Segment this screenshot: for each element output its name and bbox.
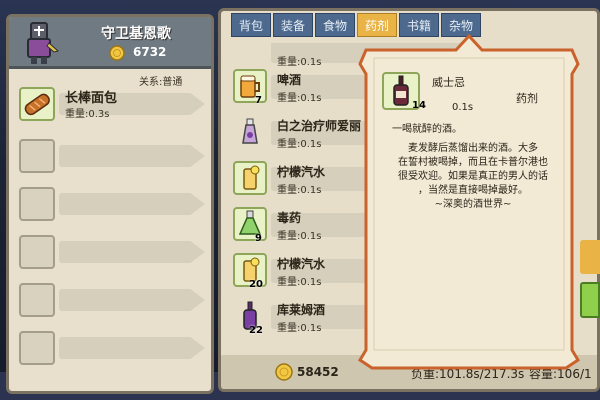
tab-backpack[interactable]: 背包 (231, 13, 271, 37)
item-tooltip: 14 威士忌 药剂 0.1s 一喝就醉的酒。 麦发酵后蒸馏出来的酒。大多 在誓村… (356, 30, 582, 370)
description-line: 麦发酵后蒸馏出来的酒。大多 (408, 143, 538, 154)
item-slot[interactable] (19, 139, 55, 173)
item-slot[interactable] (233, 115, 267, 149)
gold-coin-icon (275, 363, 293, 381)
healer-potion-icon (242, 118, 258, 144)
item-row-background (59, 337, 205, 359)
item-weight: 重量:0.1s (277, 277, 322, 288)
item-weight: 重量:0.1s (277, 93, 322, 104)
merchant-header: 守卫基恩歌 6732 (9, 17, 211, 69)
empty-slot[interactable] (15, 329, 209, 367)
item-name: 柠檬汽水 (277, 257, 326, 271)
tooltip-flavor-text: 一喝就醉的酒。 (392, 124, 462, 135)
item-count: 20 (249, 279, 263, 290)
player-gold: 58452 (297, 365, 339, 379)
lemonade-icon (243, 165, 260, 190)
tooltip-description: 麦发酵后蒸馏出来的酒。大多 在誓村被喝掉，而且在卡普尔港也 很受欢迎。如果是真正… (380, 142, 566, 212)
item-slot[interactable] (19, 331, 55, 365)
item-slot[interactable] (233, 161, 267, 195)
item-count: 7 (255, 95, 262, 106)
item-slot[interactable] (19, 235, 55, 269)
description-line: 在誓村被喝掉，而且在卡普尔港也 (398, 157, 548, 168)
description-line: ，当然是直接喝掉最好。 (418, 185, 528, 196)
item-weight: 重量:0.1s (277, 231, 322, 242)
item-name: 长棒面包 (65, 91, 118, 106)
item-name: 柠檬汽水 (277, 165, 326, 179)
merchant-gold: 6732 (133, 45, 167, 59)
item-weight: 重量:0.3s (65, 109, 110, 120)
item-row-background (59, 193, 205, 215)
description-line: ~深奥的酒世界~ (434, 199, 512, 210)
item-name: 库莱姆酒 (277, 303, 326, 317)
tooltip-item-type: 药剂 (516, 92, 538, 105)
item-row-background (59, 145, 205, 167)
item-weight: 重量:0.1s (277, 323, 322, 334)
item-slot[interactable] (19, 187, 55, 221)
item-row-background (59, 241, 205, 263)
empty-slot[interactable] (15, 233, 209, 271)
item-slot[interactable] (19, 87, 55, 121)
tooltip-item-weight: 0.1s (452, 102, 474, 113)
item-name: 啤酒 (277, 73, 302, 87)
tooltip-count: 14 (412, 100, 426, 111)
item-slot[interactable] (19, 283, 55, 317)
empty-slot[interactable] (15, 137, 209, 175)
merchant-item-slot[interactable]: 长棒面包 重量:0.3s (15, 85, 209, 123)
tooltip-item-name: 威士忌 (432, 76, 465, 89)
tab-equipment[interactable]: 装备 (273, 13, 313, 37)
bread-icon (24, 93, 50, 116)
item-weight: 重量:0.1s (277, 139, 322, 150)
empty-slot[interactable] (15, 281, 209, 319)
item-row-background (59, 289, 205, 311)
empty-slot[interactable] (15, 185, 209, 223)
gold-coin-icon (109, 45, 125, 61)
merchant-name: 守卫基恩歌 (101, 26, 171, 42)
guard-avatar-icon (27, 22, 59, 64)
side-confirm-button[interactable] (580, 282, 600, 318)
merchant-panel: 守卫基恩歌 6732 关系:普通 长棒面包 重量:0.3s (6, 14, 214, 394)
item-name: 白之治疗师爱丽 (277, 119, 362, 133)
side-action-button[interactable] (580, 240, 600, 274)
tab-food[interactable]: 食物 (315, 13, 355, 37)
description-line: 很受欢迎。如果是真正的男人的话 (398, 171, 548, 182)
item-count: 9 (255, 233, 262, 244)
item-weight: 重量:0.1s (277, 185, 322, 196)
item-count: 22 (249, 325, 263, 336)
item-name: 毒药 (277, 211, 302, 225)
